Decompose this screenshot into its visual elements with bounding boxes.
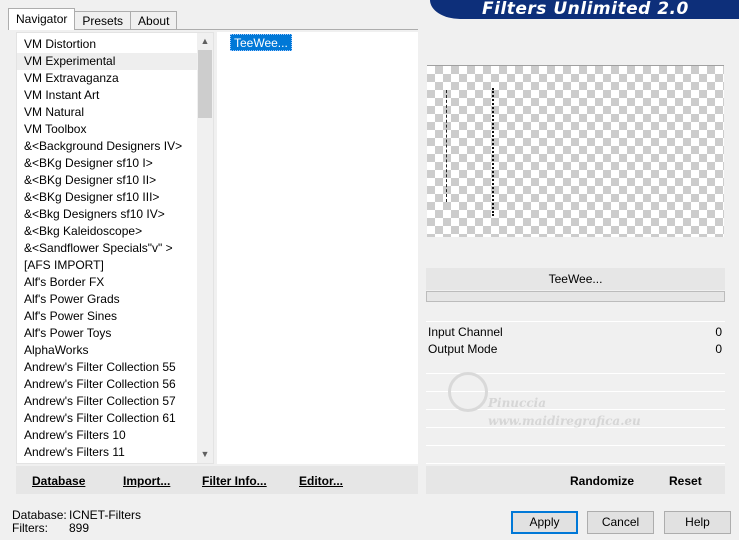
tab-presets[interactable]: Presets — [74, 11, 132, 30]
database-status-value: ICNET-Filters — [69, 508, 141, 522]
filters-status-label: Filters: — [12, 521, 48, 535]
apply-button[interactable]: Apply — [511, 511, 578, 534]
param-input-channel[interactable]: Input Channel 0 — [426, 323, 725, 341]
category-item[interactable]: VM Extravaganza — [17, 70, 199, 87]
category-item[interactable]: &<BKg Designer sf10 I> — [17, 155, 199, 172]
tab-about[interactable]: About — [130, 11, 178, 30]
category-item[interactable]: VM Toolbox — [17, 121, 199, 138]
category-item[interactable]: &<BKg Designer sf10 II> — [17, 172, 199, 189]
database-button[interactable]: Database — [32, 474, 85, 488]
tab-navigator[interactable]: Navigator — [8, 8, 76, 30]
watermark-site: www.maidiregrafica.eu — [488, 414, 641, 428]
import-button[interactable]: Import... — [123, 474, 170, 488]
category-item[interactable]: Andrew's Filter Collection 55 — [17, 359, 199, 376]
tab-strip: Navigator Presets About — [8, 8, 178, 30]
category-item[interactable]: Andrew's Filters 10 — [17, 427, 199, 444]
watermark-name: Pinuccia — [488, 396, 546, 410]
param-divider — [426, 463, 725, 464]
category-item[interactable]: &<Background Designers IV> — [17, 138, 199, 155]
watermark-logo-icon — [448, 372, 488, 412]
filters-status-value: 899 — [69, 521, 90, 535]
category-item[interactable]: &<BKg Designer sf10 III> — [17, 189, 199, 206]
randomize-button[interactable]: Randomize — [570, 474, 634, 488]
filter-info-button[interactable]: Filter Info... — [202, 474, 267, 488]
param-value[interactable]: 0 — [715, 323, 722, 341]
category-item[interactable]: AlphaWorks — [17, 342, 199, 359]
scroll-up-icon[interactable]: ▲ — [197, 33, 213, 50]
param-divider — [426, 321, 725, 322]
param-divider — [426, 445, 725, 446]
category-item[interactable]: VM Instant Art — [17, 87, 199, 104]
preview-canvas[interactable] — [427, 65, 724, 237]
category-item[interactable]: Alf's Power Grads — [17, 291, 199, 308]
scroll-down-icon[interactable]: ▼ — [197, 446, 213, 463]
category-item[interactable]: VM Experimental — [17, 53, 199, 70]
category-item[interactable]: Alf's Power Sines — [17, 308, 199, 325]
category-item[interactable]: VM Distortion — [17, 36, 199, 53]
filters-status: Filters: 899 — [12, 522, 141, 535]
help-button[interactable]: Help — [664, 511, 731, 534]
param-label: Output Mode — [428, 342, 498, 356]
left-button-bar: Database Import... Filter Info... Editor… — [16, 466, 418, 494]
reset-button[interactable]: Reset — [669, 474, 702, 488]
filter-list[interactable]: TeeWee... — [217, 32, 418, 464]
category-item[interactable]: Andrew's Filters 11 — [17, 444, 199, 461]
banner-title: Filters Unlimited 2.0 — [482, 0, 689, 19]
category-item[interactable]: &<Bkg Designers sf10 IV> — [17, 206, 199, 223]
cancel-button[interactable]: Cancel — [587, 511, 654, 534]
preview-line — [446, 90, 447, 202]
preview-line — [492, 88, 494, 216]
category-item[interactable]: [AFS IMPORT] — [17, 257, 199, 274]
editor-button[interactable]: Editor... — [299, 474, 343, 488]
category-list[interactable]: VM Distortion VM Experimental VM Extravaga… — [16, 32, 214, 464]
category-item[interactable]: Andrew's Filters 12 — [17, 461, 199, 463]
category-items: VM Distortion VM Experimental VM Extravaga… — [17, 36, 199, 463]
category-scrollbar[interactable]: ▲ ▼ — [197, 33, 213, 463]
category-item[interactable]: Alf's Power Toys — [17, 325, 199, 342]
param-value[interactable]: 0 — [715, 340, 722, 358]
category-item[interactable]: Andrew's Filter Collection 61 — [17, 410, 199, 427]
category-item[interactable]: VM Natural — [17, 104, 199, 121]
category-item[interactable]: Andrew's Filter Collection 56 — [17, 376, 199, 393]
category-item[interactable]: Alf's Border FX — [17, 274, 199, 291]
param-output-mode[interactable]: Output Mode 0 — [426, 340, 725, 358]
category-item[interactable]: &<Sandflower Specials"v" > — [17, 240, 199, 257]
status-area: Database: ICNET-Filters Filters: 899 — [12, 509, 141, 535]
right-button-bar: Randomize Reset — [426, 466, 725, 494]
progress-bar — [426, 291, 725, 302]
current-filter-name: TeeWee... — [426, 268, 725, 290]
category-item[interactable]: Andrew's Filter Collection 57 — [17, 393, 199, 410]
scroll-thumb[interactable] — [198, 50, 212, 118]
category-item[interactable]: &<Bkg Kaleidoscope> — [17, 223, 199, 240]
filter-item-teewee[interactable]: TeeWee... — [230, 34, 292, 51]
param-label: Input Channel — [428, 325, 503, 339]
